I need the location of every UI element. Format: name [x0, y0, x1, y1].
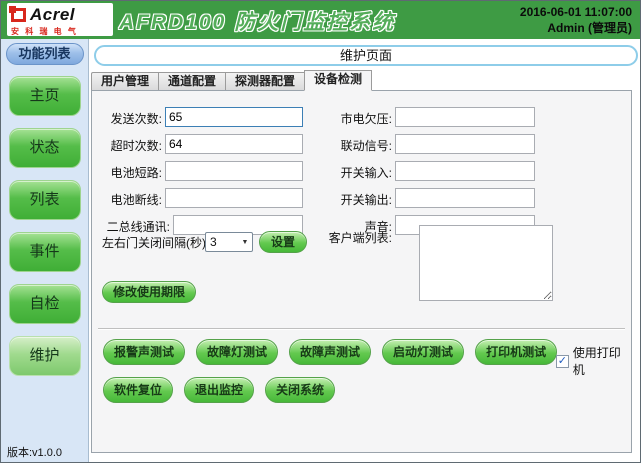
software-reset-button[interactable]: 软件复位	[103, 377, 173, 403]
timeout-count-input[interactable]	[165, 134, 303, 154]
tab-user-management[interactable]: 用户管理	[91, 72, 158, 91]
battery-short-input[interactable]	[165, 161, 303, 181]
modify-expiry-button[interactable]: 修改使用期限	[102, 281, 196, 303]
chevron-down-icon: ▼	[238, 239, 252, 246]
acrel-logo-icon-inner	[9, 6, 16, 13]
app-window: Acrel 安 科 瑞 电 气 AFRD100 防火门监控系统 2016-06-…	[0, 0, 641, 463]
timeout-count-label: 超时次数:	[92, 137, 162, 154]
tab-detector-config[interactable]: 探测器配置	[225, 72, 304, 91]
send-count-label: 发送次数:	[92, 110, 162, 127]
set-button[interactable]: 设置	[259, 231, 307, 253]
mains-undervolt-label: 市电欠压:	[322, 110, 392, 127]
header-right: 2016-06-01 11:07:00 Admin (管理员)	[520, 4, 632, 36]
door-interval-select[interactable]: 3 ▼	[205, 232, 253, 252]
logo-subtitle: 安 科 瑞 电 气	[11, 26, 109, 37]
sidebar: 功能列表 主页 状态 列表 事件 自检 维护 版本:v1.0.0	[1, 39, 89, 463]
sidebar-item-selfcheck[interactable]: 自检	[9, 284, 81, 324]
device-detection-panel: 发送次数: 超时次数: 电池短路: 电池断线: 二总线通讯: 左右门关闭间	[91, 90, 632, 453]
switch-input-input[interactable]	[395, 161, 535, 181]
use-printer-checkbox[interactable]: ✓ 使用打印机	[556, 344, 631, 378]
start-light-test-button[interactable]: 启动灯测试	[382, 339, 464, 365]
system-button-row: 软件复位 退出监控 关闭系统	[103, 377, 335, 403]
switch-output-label: 开关输出:	[322, 191, 392, 208]
door-interval-label: 左右门关闭间隔(秒):	[102, 234, 209, 251]
client-list-textarea[interactable]	[419, 225, 553, 301]
battery-short-label: 电池短路:	[92, 164, 162, 181]
sidebar-header: 功能列表	[6, 43, 84, 65]
page-title: 维护页面	[94, 45, 638, 66]
sidebar-item-list[interactable]: 列表	[9, 180, 81, 220]
acrel-logo-icon	[11, 8, 26, 22]
sidebar-item-home[interactable]: 主页	[9, 76, 81, 116]
client-list-label: 客户端列表:	[322, 229, 392, 246]
shutdown-system-button[interactable]: 关闭系统	[265, 377, 335, 403]
mains-undervolt-input[interactable]	[395, 107, 535, 127]
battery-break-label: 电池断线:	[92, 191, 162, 208]
current-user-label: Admin (管理员)	[520, 20, 632, 36]
sidebar-item-events[interactable]: 事件	[9, 232, 81, 272]
datetime-label: 2016-06-01 11:07:00	[520, 4, 632, 20]
section-divider	[98, 328, 625, 330]
checkbox-box: ✓	[556, 355, 569, 368]
app-title: AFRD100 防火门监控系统	[119, 6, 395, 36]
logo-row: Acrel	[11, 5, 109, 25]
exit-monitoring-button[interactable]: 退出监控	[184, 377, 254, 403]
door-interval-value: 3	[206, 235, 238, 249]
linkage-signal-input[interactable]	[395, 134, 535, 154]
fault-light-test-button[interactable]: 故障灯测试	[196, 339, 278, 365]
acrel-logo: Acrel 安 科 瑞 电 气	[7, 3, 113, 36]
fault-sound-test-button[interactable]: 故障声测试	[289, 339, 371, 365]
printer-test-button[interactable]: 打印机测试	[475, 339, 557, 365]
tab-bar: 用户管理 通道配置 探测器配置 设备检测	[91, 70, 372, 91]
tab-channel-config[interactable]: 通道配置	[158, 72, 225, 91]
switch-output-input[interactable]	[395, 188, 535, 208]
linkage-signal-label: 联动信号:	[322, 137, 392, 154]
send-count-input[interactable]	[165, 107, 303, 127]
sidebar-item-maintenance[interactable]: 维护	[9, 336, 81, 376]
test-button-row: 报警声测试 故障灯测试 故障声测试 启动灯测试 打印机测试	[103, 339, 557, 365]
battery-break-input[interactable]	[165, 188, 303, 208]
alarm-sound-test-button[interactable]: 报警声测试	[103, 339, 185, 365]
use-printer-label: 使用打印机	[573, 344, 631, 378]
switch-input-label: 开关输入:	[322, 164, 392, 181]
logo-brand-text: Acrel	[30, 5, 75, 25]
app-header: Acrel 安 科 瑞 电 气 AFRD100 防火门监控系统 2016-06-…	[1, 1, 640, 39]
sidebar-item-status[interactable]: 状态	[9, 128, 81, 168]
version-label: 版本:v1.0.0	[7, 444, 62, 460]
tab-device-detection[interactable]: 设备检测	[304, 70, 372, 91]
checkbox-check-icon: ✓	[558, 356, 567, 367]
main-area: 维护页面 用户管理 通道配置 探测器配置 设备检测 发送次数: 超时次数: 电池…	[89, 39, 641, 463]
